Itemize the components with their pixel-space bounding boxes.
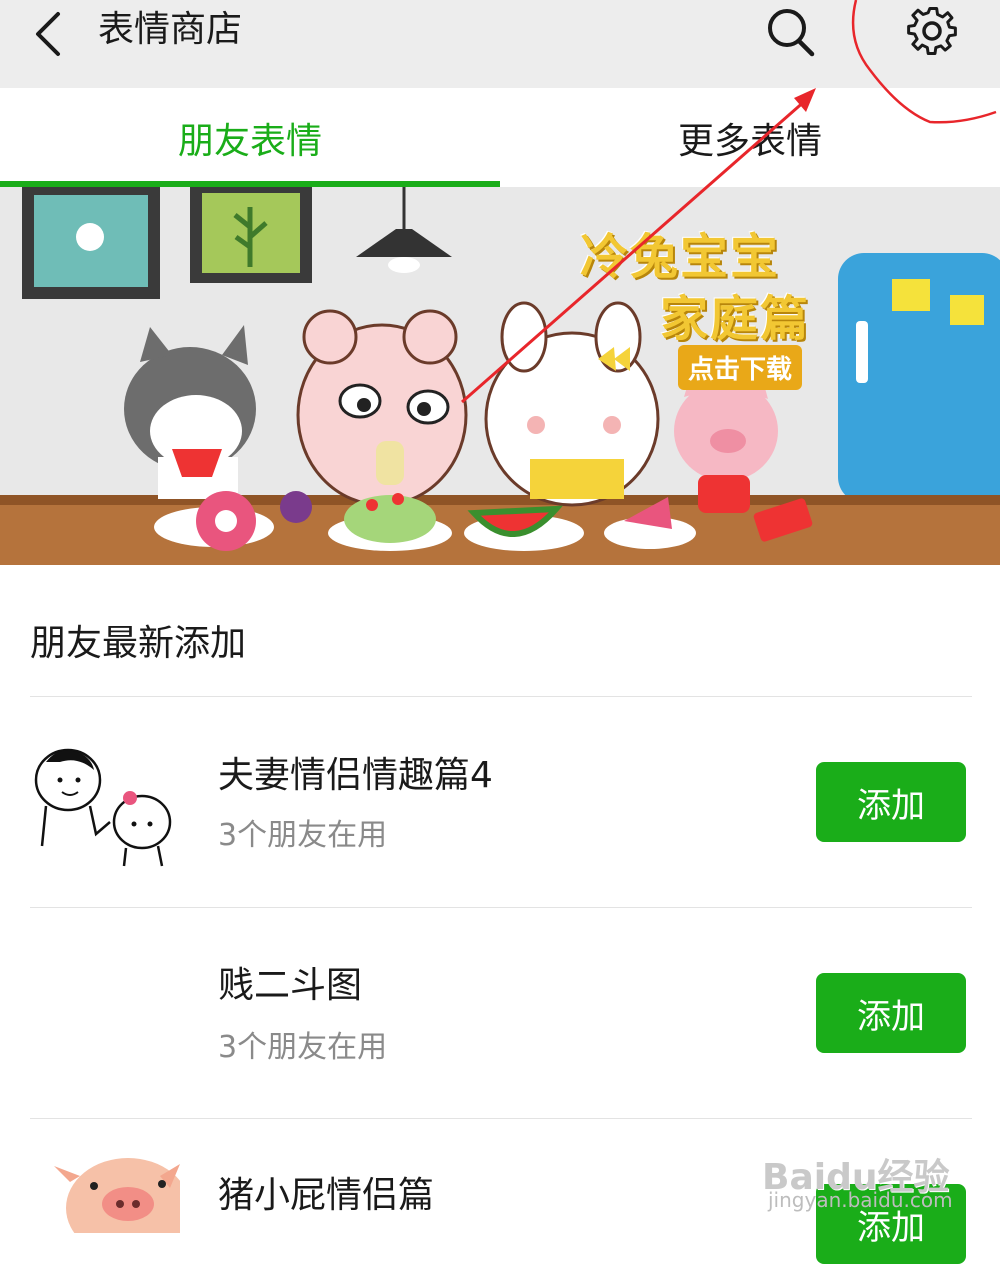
divider <box>30 1118 972 1119</box>
back-button[interactable] <box>26 4 76 60</box>
banner-title-line2: 家庭篇 <box>660 291 811 347</box>
banner-illustration <box>0 187 1000 565</box>
item-name: 夫妻情侣情趣篇4 <box>218 755 493 796</box>
tab-more-stickers[interactable]: 更多表情 <box>500 88 1000 187</box>
watermark-url: jingyan.baidu.com <box>768 1188 953 1212</box>
banner-download-label: 点击下载 <box>678 345 803 390</box>
item-subtitle: 3个朋友在用 <box>218 1030 388 1065</box>
item-subtitle: 3个朋友在用 <box>218 818 388 853</box>
add-button[interactable]: 添加 <box>816 762 966 842</box>
settings-button[interactable] <box>900 2 964 60</box>
top-bar: 表情商店 <box>0 0 1000 88</box>
add-button[interactable]: 添加 <box>816 973 966 1053</box>
chevron-left-icon <box>36 12 60 56</box>
banner-title-line1: 冷兔宝宝 <box>580 229 781 285</box>
sticker-thumbnail <box>34 748 172 867</box>
page-title: 表情商店 <box>98 9 243 50</box>
tab-bar: 朋友表情 更多表情 <box>0 88 1000 188</box>
sticker-thumbnail <box>54 1158 180 1233</box>
gear-icon <box>907 6 957 56</box>
section-title: 朋友最新添加 <box>30 623 247 664</box>
search-button[interactable] <box>762 2 820 60</box>
item-name: 贱二斗图 <box>218 965 363 1006</box>
tab-friend-stickers[interactable]: 朋友表情 <box>0 88 500 187</box>
divider <box>30 907 972 908</box>
promo-banner[interactable]: 冷兔宝宝 家庭篇 点击下载 <box>0 187 1000 565</box>
item-name: 猪小屁情侣篇 <box>218 1175 435 1216</box>
search-icon <box>768 9 815 57</box>
divider <box>30 696 972 697</box>
